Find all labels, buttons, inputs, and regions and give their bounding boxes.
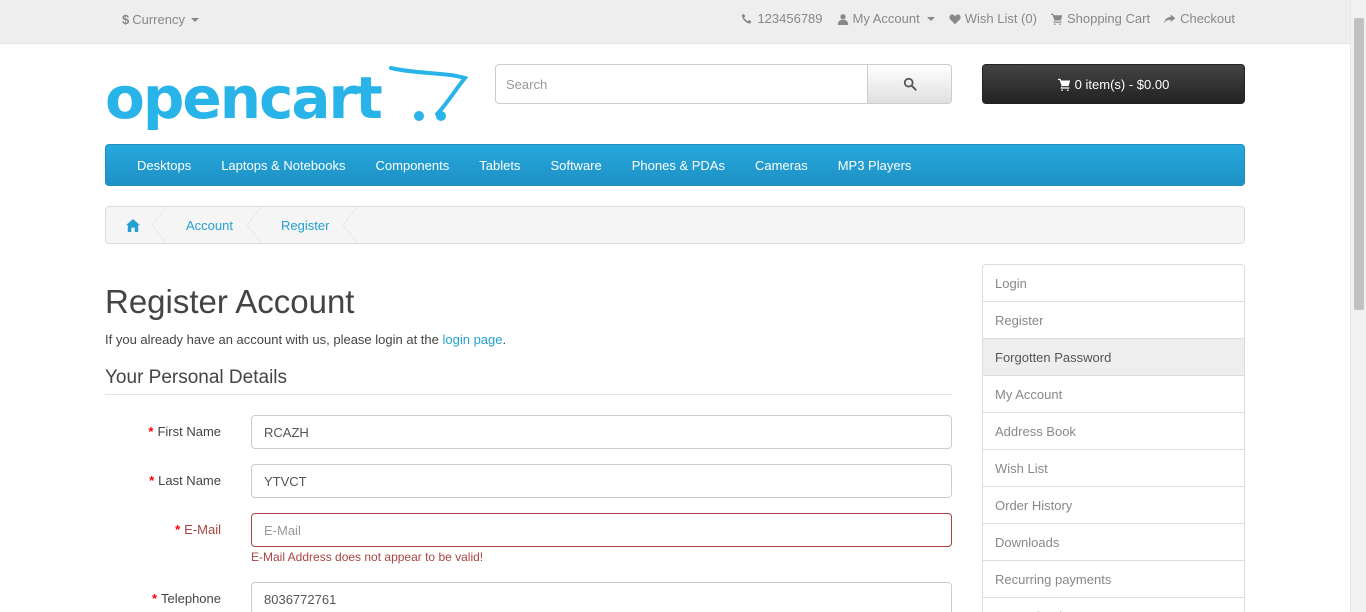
sidebar-item-register[interactable]: Register xyxy=(983,302,1244,339)
email-field[interactable] xyxy=(251,513,952,547)
menu-item-tablets[interactable]: Tablets xyxy=(464,158,535,173)
home-icon xyxy=(126,218,140,232)
sidebar-item-order-history[interactable]: Order History xyxy=(983,487,1244,524)
heart-icon xyxy=(949,13,961,24)
menu-item-mp3-players[interactable]: MP3 Players xyxy=(823,158,927,173)
breadcrumb: Account Register xyxy=(105,206,1245,244)
logo-text: opencart xyxy=(105,64,383,132)
sidebar-item-my-account[interactable]: My Account xyxy=(983,376,1244,413)
top-links: 123456789 My Account Wish List (0) Shopp… xyxy=(741,11,1235,26)
first-name-label: * First Name xyxy=(148,424,221,439)
sidebar-item-address-book[interactable]: Address Book xyxy=(983,413,1244,450)
phone-icon xyxy=(742,13,752,23)
last-name-field[interactable] xyxy=(251,464,952,498)
chevron-down-icon xyxy=(926,16,935,21)
top-bar: $ Currency 123456789 My Account Wish Lis… xyxy=(0,0,1350,44)
cart-button[interactable]: 0 item(s) - $0.00 xyxy=(982,64,1245,104)
intro-text-end: . xyxy=(502,332,507,347)
phone-link[interactable]: 123456789 xyxy=(741,11,823,26)
chevron-down-icon xyxy=(190,17,199,22)
breadcrumb-register[interactable]: Register xyxy=(261,207,358,243)
search-button[interactable] xyxy=(867,64,952,104)
wish-list-link[interactable]: Wish List (0) xyxy=(949,11,1037,26)
sidebar-item-recurring-payments[interactable]: Recurring payments xyxy=(983,561,1244,598)
breadcrumb-home[interactable] xyxy=(106,207,166,243)
menu-item-desktops[interactable]: Desktops xyxy=(122,158,206,173)
cart-icon xyxy=(1050,13,1063,25)
my-account-label: My Account xyxy=(852,11,920,26)
logo-cart-icon xyxy=(389,66,469,121)
phone-number: 123456789 xyxy=(757,11,823,26)
shopping-cart-link[interactable]: Shopping Cart xyxy=(1050,11,1151,26)
first-name-row: * First Name xyxy=(105,415,952,449)
scrollbar-thumb[interactable] xyxy=(1354,18,1364,310)
search-icon xyxy=(903,77,917,91)
menu-item-laptops-notebooks[interactable]: Laptops & Notebooks xyxy=(206,158,360,173)
opencart-logo[interactable]: opencart xyxy=(105,64,469,136)
sidebar-item-login[interactable]: Login xyxy=(983,265,1244,302)
menu-item-software[interactable]: Software xyxy=(535,158,616,173)
email-error-message: E-Mail Address does not appear to be val… xyxy=(251,550,484,564)
currency-label: Currency xyxy=(132,12,185,27)
my-account-dropdown[interactable]: My Account xyxy=(837,11,935,26)
page-title: Register Account xyxy=(105,283,355,320)
menu-item-components[interactable]: Components xyxy=(361,158,465,173)
shopping-cart-label: Shopping Cart xyxy=(1066,11,1151,26)
first-name-field[interactable] xyxy=(251,415,952,449)
user-icon xyxy=(837,13,848,25)
currency-dropdown[interactable]: $ Currency xyxy=(122,12,199,27)
share-icon xyxy=(1164,14,1176,23)
intro-text-start: If you already have an account with us, … xyxy=(105,332,443,347)
menu-item-cameras[interactable]: Cameras xyxy=(740,158,823,173)
search-input[interactable] xyxy=(495,64,867,104)
currency-symbol: $ xyxy=(122,12,130,27)
last-name-label: * Last Name xyxy=(149,473,221,488)
sidebar-item-downloads[interactable]: Downloads xyxy=(983,524,1244,561)
telephone-row: * Telephone xyxy=(105,582,952,612)
section-title: Your Personal Details xyxy=(105,367,952,395)
last-name-row: * Last Name xyxy=(105,464,952,498)
email-row: * E-Mail xyxy=(105,513,952,547)
page-scrollbar[interactable] xyxy=(1350,0,1366,612)
category-menu: Desktops Laptops & Notebooks Components … xyxy=(105,144,1245,186)
checkout-link[interactable]: Checkout xyxy=(1164,11,1235,26)
sidebar-item-reward-points[interactable]: Reward Points xyxy=(983,598,1244,612)
intro-text: If you already have an account with us, … xyxy=(105,332,506,347)
sidebar-item-wish-list[interactable]: Wish List xyxy=(983,450,1244,487)
telephone-label: * Telephone xyxy=(151,591,221,606)
wish-list-label: Wish List (0) xyxy=(964,11,1037,26)
login-page-link[interactable]: login page xyxy=(443,332,503,347)
breadcrumb-account[interactable]: Account xyxy=(166,207,261,243)
cart-summary: 0 item(s) - $0.00 xyxy=(1074,76,1170,92)
sidebar-item-forgotten-password[interactable]: Forgotten Password xyxy=(983,339,1244,376)
telephone-field[interactable] xyxy=(251,582,952,612)
email-label: * E-Mail xyxy=(175,522,221,537)
search-bar xyxy=(495,64,952,104)
cart-icon xyxy=(1057,78,1070,91)
checkout-label: Checkout xyxy=(1180,11,1235,26)
account-sidebar: Login Register Forgotten Password My Acc… xyxy=(982,264,1245,612)
menu-item-phones-pdas[interactable]: Phones & PDAs xyxy=(617,158,740,173)
